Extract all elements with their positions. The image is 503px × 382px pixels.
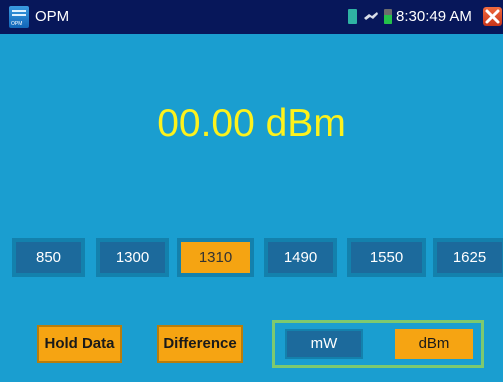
battery-icon — [384, 9, 392, 24]
unit-toggle: mW dBm — [272, 320, 484, 368]
app-icon-label: OPM — [11, 21, 23, 27]
sd-card-icon — [348, 9, 357, 24]
wavelength-button-1625[interactable]: 1625 — [433, 238, 503, 277]
hold-data-button[interactable]: Hold Data — [37, 325, 122, 363]
close-x-glyph — [485, 9, 500, 24]
app-icon-bar — [12, 10, 26, 12]
app-title: OPM — [35, 8, 70, 25]
wavelength-button-1550[interactable]: 1550 — [347, 238, 426, 277]
status-bar: OPM OPM 8:30:49 AM — [0, 0, 503, 34]
app-icon-bar — [12, 14, 26, 16]
wavelength-button-1490[interactable]: 1490 — [264, 238, 337, 277]
usb-icon — [364, 12, 378, 20]
wavelength-button-850[interactable]: 850 — [12, 238, 85, 277]
app-icon: OPM — [9, 6, 29, 28]
unit-dbm-option[interactable]: dBm — [395, 329, 473, 359]
clock: 8:30:49 AM — [396, 8, 472, 25]
battery-level — [384, 15, 392, 24]
power-reading: 00.00 dBm — [157, 102, 346, 145]
difference-button[interactable]: Difference — [157, 325, 243, 363]
wavelength-button-1300[interactable]: 1300 — [96, 238, 169, 277]
unit-mw-option[interactable]: mW — [285, 329, 363, 359]
close-icon[interactable] — [483, 7, 502, 26]
wavelength-button-1310[interactable]: 1310 — [177, 238, 254, 277]
